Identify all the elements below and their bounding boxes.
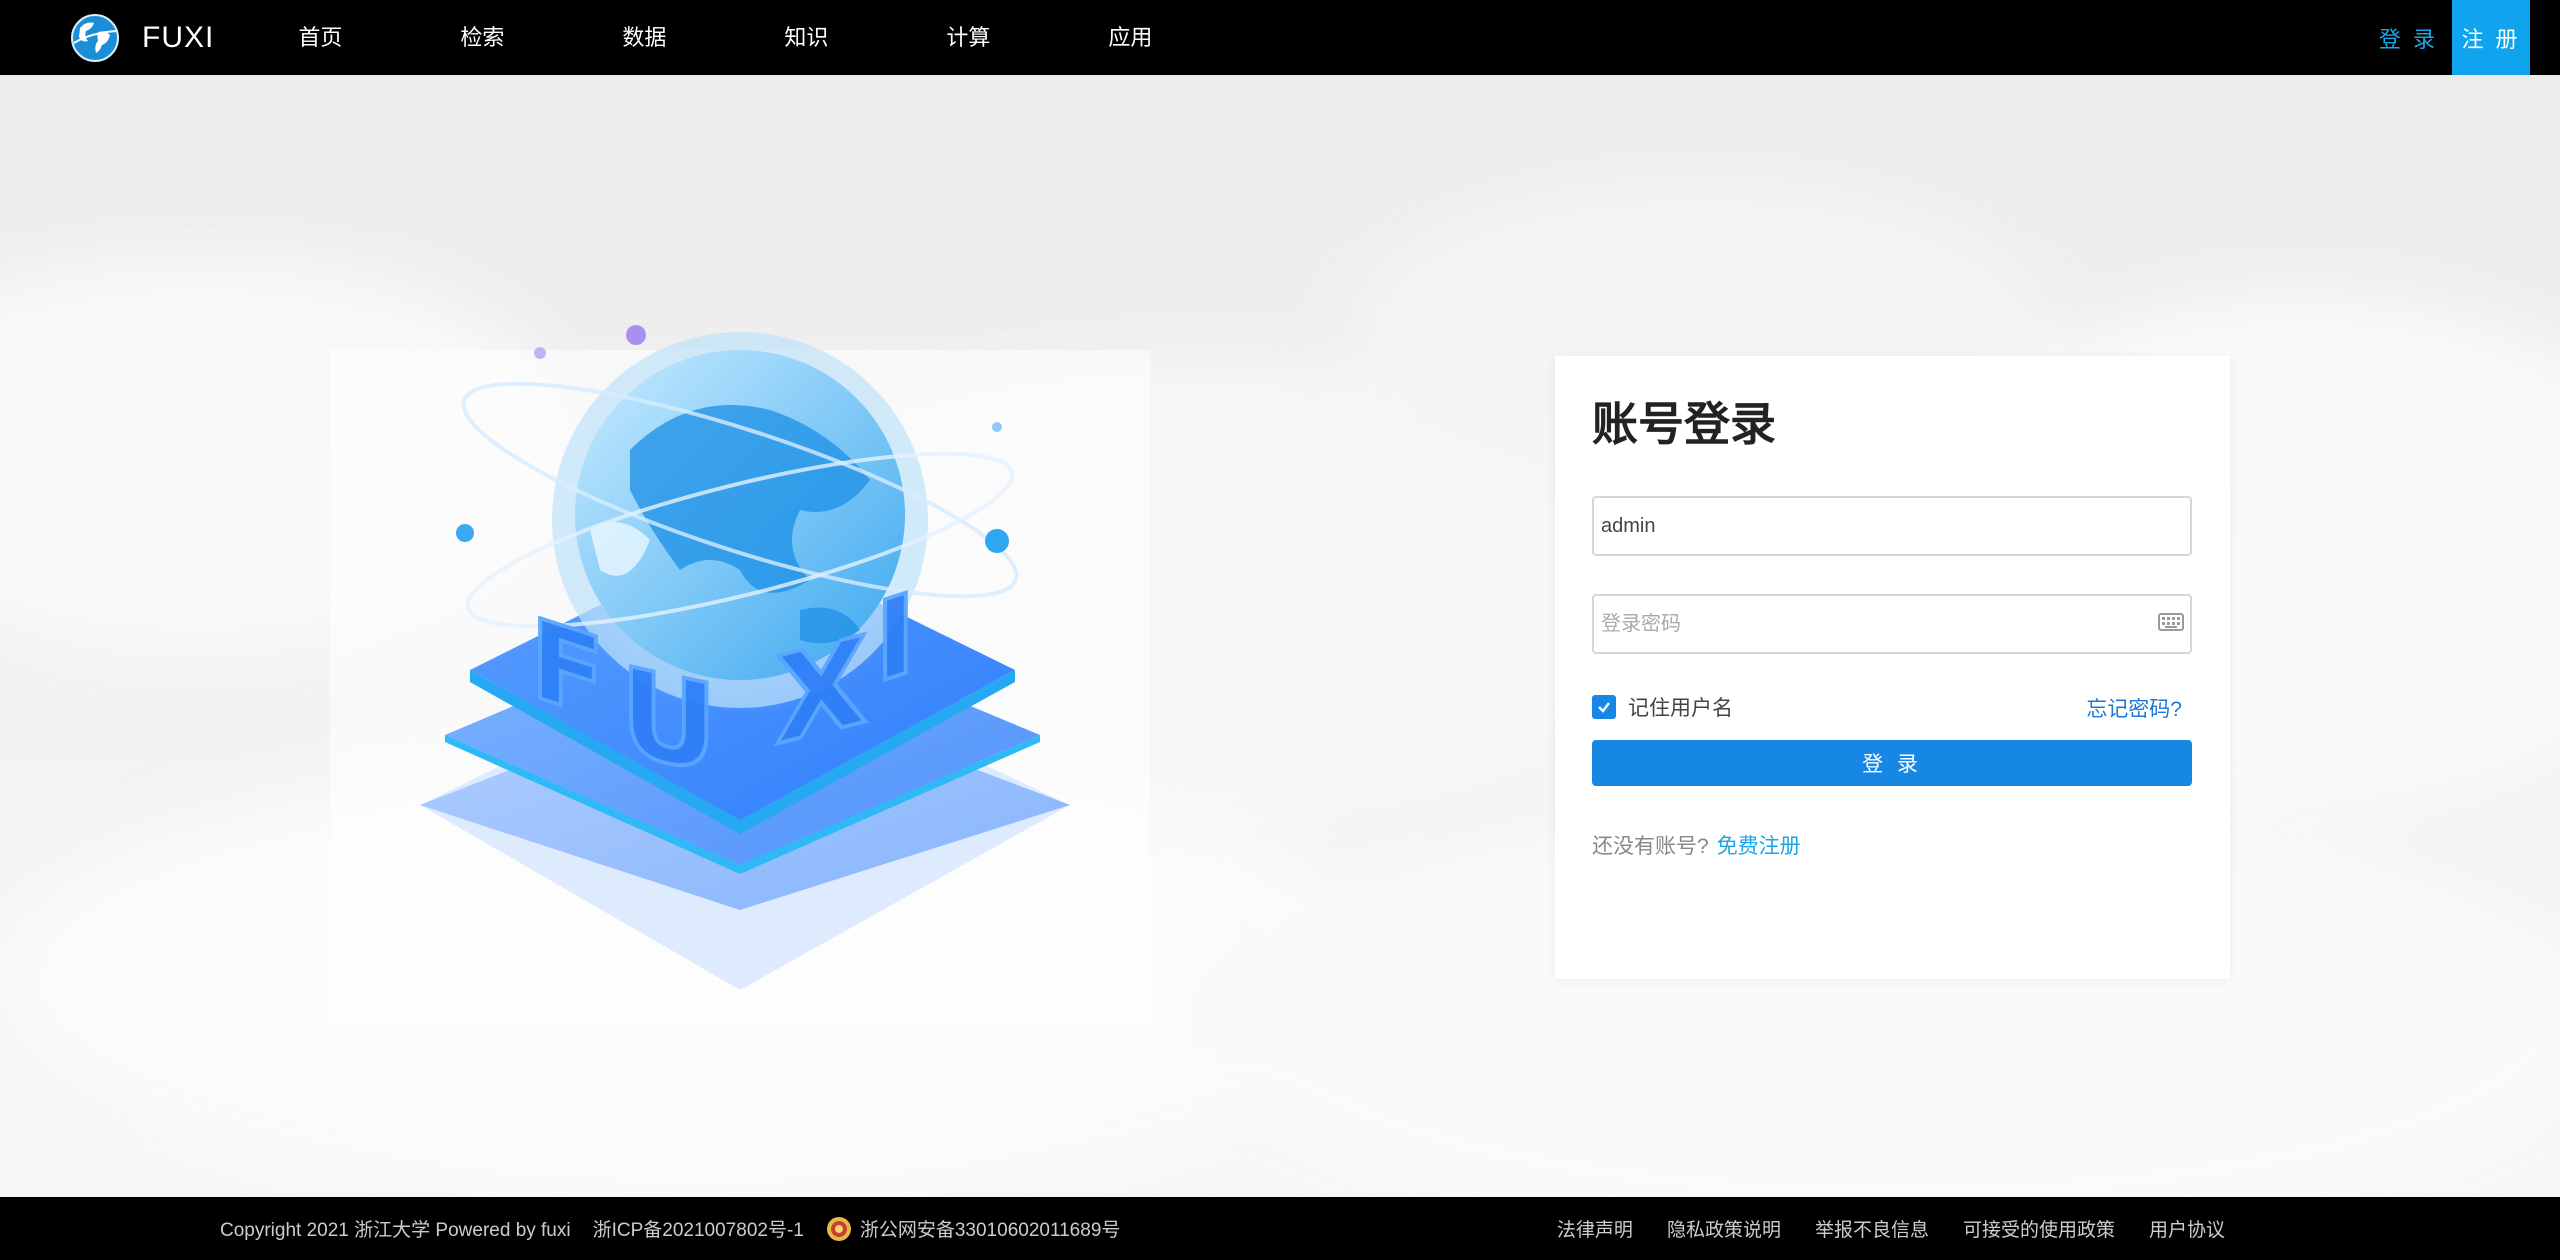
footer: Copyright 2021 浙江大学 Powered by fuxi 浙ICP… (0, 1197, 2560, 1260)
footer-link-report[interactable]: 举报不良信息 (1815, 1215, 1929, 1242)
nav-item-apps[interactable]: 应用 (1058, 0, 1220, 75)
svg-text:X: X (775, 610, 868, 773)
remember-label: 记住用户名 (1628, 697, 1733, 720)
svg-text:F: F (530, 593, 605, 746)
register-button[interactable]: 注 册 (2452, 0, 2530, 75)
login-card: 账号登录 记住用户名 忘记密码? 登 录 还没有账号? 免费注册 (1555, 356, 2230, 979)
copyright-text: Copyright 2021 浙江大学 Powered by fuxi (220, 1220, 571, 1241)
police-badge-icon (826, 1216, 851, 1241)
main-nav: 首页 检索 数据 知识 计算 应用 (248, 0, 1220, 75)
footer-link-acceptable-use[interactable]: 可接受的使用政策 (1963, 1215, 2115, 1242)
footer-links: 法律声明 隐私政策说明 举报不良信息 可接受的使用政策 用户协议 (1523, 1197, 2225, 1260)
no-account-text: 还没有账号? (1592, 835, 1709, 858)
police-record[interactable]: 浙公网安备33010602011689号 (826, 1215, 1143, 1242)
svg-text:U: U (620, 640, 717, 801)
police-record-text: 浙公网安备33010602011689号 (859, 1220, 1121, 1241)
remember-username: 记住用户名 (1592, 692, 1733, 722)
keyboard-icon[interactable] (2158, 612, 2184, 632)
nav-item-home[interactable]: 首页 (248, 0, 410, 75)
globe-illustration: F U X I (330, 325, 1150, 1025)
globe-logo-icon (71, 13, 119, 62)
username-input[interactable] (1592, 496, 2192, 556)
nav-item-data[interactable]: 数据 (572, 0, 734, 75)
logo[interactable]: FUXI (70, 0, 214, 75)
nav-item-compute[interactable]: 计算 (896, 0, 1058, 75)
free-register-link[interactable]: 免费注册 (1717, 830, 1801, 860)
login-link[interactable]: 登 录 (2365, 22, 2452, 54)
auth-actions: 登 录 注 册 (2365, 0, 2530, 75)
nav-item-search[interactable]: 检索 (410, 0, 572, 75)
brand-name: FUXI (142, 20, 215, 54)
footer-link-legal[interactable]: 法律声明 (1557, 1215, 1633, 1242)
remember-checkbox[interactable] (1592, 695, 1616, 719)
top-navbar: FUXI 首页 检索 数据 知识 计算 应用 登 录 注 册 (0, 0, 2560, 75)
svg-text:I: I (875, 567, 916, 709)
nav-item-knowledge[interactable]: 知识 (734, 0, 896, 75)
forgot-password-link[interactable]: 忘记密码? (2086, 693, 2182, 723)
footer-link-user-agreement[interactable]: 用户协议 (2149, 1215, 2225, 1242)
login-title: 账号登录 (1592, 398, 1776, 450)
password-input[interactable] (1592, 594, 2192, 654)
check-icon (1598, 702, 1610, 713)
footer-link-privacy[interactable]: 隐私政策说明 (1667, 1215, 1781, 1242)
icp-link[interactable]: 浙ICP备2021007802号-1 (593, 1215, 804, 1242)
login-submit-button[interactable]: 登 录 (1592, 740, 2192, 786)
register-prompt: 还没有账号? 免费注册 (1592, 830, 1801, 860)
footer-info: Copyright 2021 浙江大学 Powered by fuxi 浙ICP… (220, 1197, 1164, 1260)
